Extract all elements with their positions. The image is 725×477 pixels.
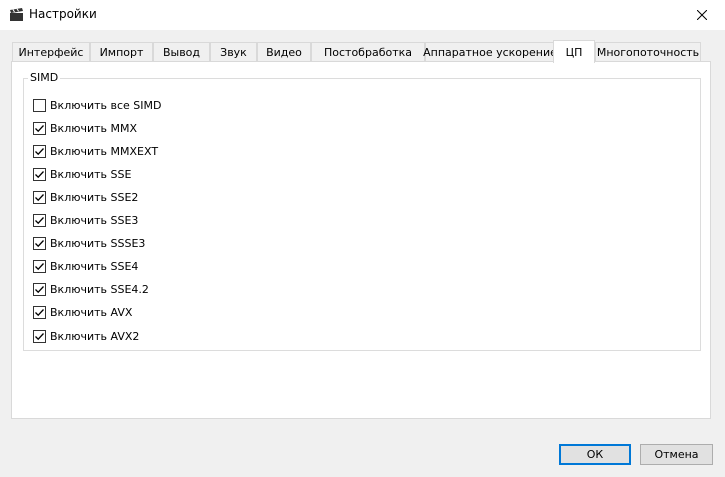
checkmark-icon [35, 193, 44, 202]
tab-import[interactable]: Импорт [90, 42, 153, 61]
simd-groupbox: SIMD Включить все SIMD Включить MMX Включи… [23, 71, 701, 351]
checkmark-icon [35, 170, 44, 178]
checkmark-icon [35, 332, 44, 340]
checkbox-enable-avx[interactable]: Включить AVX [33, 305, 132, 321]
checkbox-enable-sse4[interactable]: Включить SSE4 [33, 259, 138, 275]
checkbox-label: Включить MMXEXT [50, 144, 159, 158]
checkbox-checked[interactable] [33, 283, 46, 297]
ok-button[interactable]: ОК [559, 444, 631, 465]
clapperboard-icon [9, 7, 24, 22]
checkbox-unchecked[interactable] [33, 98, 46, 112]
checkbox-label: Включить SSE3 [50, 214, 139, 227]
checkbox-label: Включить все SIMD [50, 98, 162, 112]
checkbox-label: Включить SSE [50, 167, 132, 181]
checkmark-icon [35, 124, 44, 132]
checkbox-label: Включить SSSE3 [50, 237, 146, 251]
checkbox-checked[interactable] [33, 167, 46, 181]
checkbox-enable-sse42[interactable]: Включить SSE4.2 [33, 282, 149, 298]
tab-output[interactable]: Вывод [153, 42, 210, 61]
tab-video[interactable]: Видео [257, 42, 311, 61]
checkbox-enable-sse[interactable]: Включить SSE [33, 166, 131, 182]
tab-postprocessing[interactable]: Постобработка [311, 42, 425, 61]
cpu-tab-panel: SIMD Включить все SIMD Включить MMX Включи… [11, 61, 711, 419]
checkmark-icon [35, 217, 44, 225]
checkbox-enable-sse3[interactable]: Включить SSE3 [33, 213, 138, 229]
tab-interface[interactable]: Интерфейс [12, 42, 90, 61]
checkbox-label: Включить SSE4.2 [50, 283, 149, 297]
checkbox-checked[interactable] [33, 329, 46, 343]
checkbox-enable-all-simd[interactable]: Включить все SIMD [33, 97, 162, 113]
checkbox-checked[interactable] [33, 190, 46, 204]
simd-group-title: SIMD [28, 71, 61, 84]
checkbox-checked[interactable] [33, 214, 46, 227]
tab-hardware-acceleration[interactable]: Аппаратное ускорение [423, 42, 557, 61]
checkmark-icon [35, 240, 44, 248]
checkbox-enable-sse2[interactable]: Включить SSE2 [33, 189, 138, 205]
checkbox-label: Включить AVX2 [50, 329, 140, 343]
cancel-button[interactable]: Отмена [640, 444, 713, 465]
checkmark-icon [35, 309, 44, 317]
checkbox-checked[interactable] [33, 306, 46, 320]
checkbox-label: Включить AVX [50, 306, 133, 320]
checkbox-checked[interactable] [33, 237, 46, 251]
checkmark-icon [35, 263, 44, 271]
checkbox-checked[interactable] [33, 121, 46, 135]
checkbox-label: Включить SSE4 [50, 260, 139, 274]
tab-audio[interactable]: Звук [210, 42, 257, 61]
checkbox-checked[interactable] [33, 260, 46, 274]
checkbox-label: Включить MMX [50, 121, 138, 135]
checkmark-icon [35, 147, 44, 155]
checkbox-enable-avx2[interactable]: Включить AVX2 [33, 328, 139, 344]
checkbox-enable-mmx[interactable]: Включить MMX [33, 120, 137, 136]
checkmark-icon [35, 286, 44, 294]
tab-multithreading[interactable]: Многопоточность [595, 42, 701, 61]
checkbox-enable-ssse3[interactable]: Включить SSSE3 [33, 236, 145, 252]
checkbox-enable-mmxext[interactable]: Включить MMXEXT [33, 143, 158, 159]
close-icon[interactable] [679, 0, 725, 30]
tab-cpu[interactable]: ЦП [553, 40, 595, 63]
window-title: Настройки [29, 7, 97, 21]
checkbox-checked[interactable] [33, 144, 46, 158]
title-bar: Настройки [0, 0, 725, 30]
checkbox-label: Включить SSE2 [50, 190, 139, 204]
